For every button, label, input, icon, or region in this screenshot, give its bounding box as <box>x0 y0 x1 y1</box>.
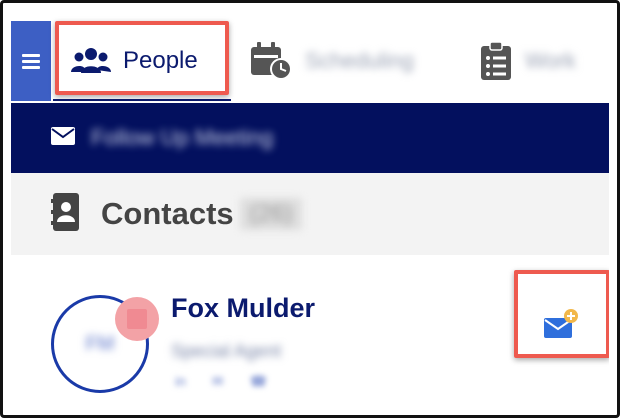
contact-links: in ✉ ☎ <box>175 373 267 390</box>
tab-work-label: Work <box>525 48 576 73</box>
contact-name[interactable]: Fox Mulder <box>171 293 315 324</box>
contact-role: Special Agent <box>171 341 282 361</box>
highlight-box-email-button <box>514 270 609 358</box>
address-book-icon <box>51 192 81 236</box>
banner-text: Follow Up Meeting <box>91 125 274 150</box>
clipboard-list-icon <box>479 41 513 81</box>
active-tab-underline <box>53 99 231 101</box>
contacts-header: Contacts (26) <box>11 173 609 255</box>
email-link[interactable]: ✉ <box>212 373 224 390</box>
highlight-box-people-tab <box>55 21 229 95</box>
status-square-icon <box>127 309 147 329</box>
hamburger-menu-button[interactable] <box>11 21 51 101</box>
hamburger-icon <box>22 54 40 69</box>
calendar-clock-icon <box>249 41 293 81</box>
contacts-count: (26) <box>239 198 303 230</box>
envelope-icon <box>51 126 75 150</box>
avatar-initials: FM <box>85 332 115 355</box>
phone-link[interactable]: ☎ <box>250 373 267 390</box>
linkedin-link[interactable]: in <box>175 373 186 390</box>
tab-scheduling-label: Scheduling <box>305 48 414 73</box>
status-badge <box>115 297 159 341</box>
contacts-title: Contacts <box>101 196 234 231</box>
tab-scheduling[interactable]: Scheduling <box>249 21 449 101</box>
message-banner[interactable]: Follow Up Meeting <box>11 103 609 173</box>
app-window: People Scheduling Work Follow Up Meeting… <box>11 15 609 411</box>
screenshot-frame: People Scheduling Work Follow Up Meeting… <box>0 0 620 418</box>
tab-work[interactable]: Work <box>479 21 609 101</box>
